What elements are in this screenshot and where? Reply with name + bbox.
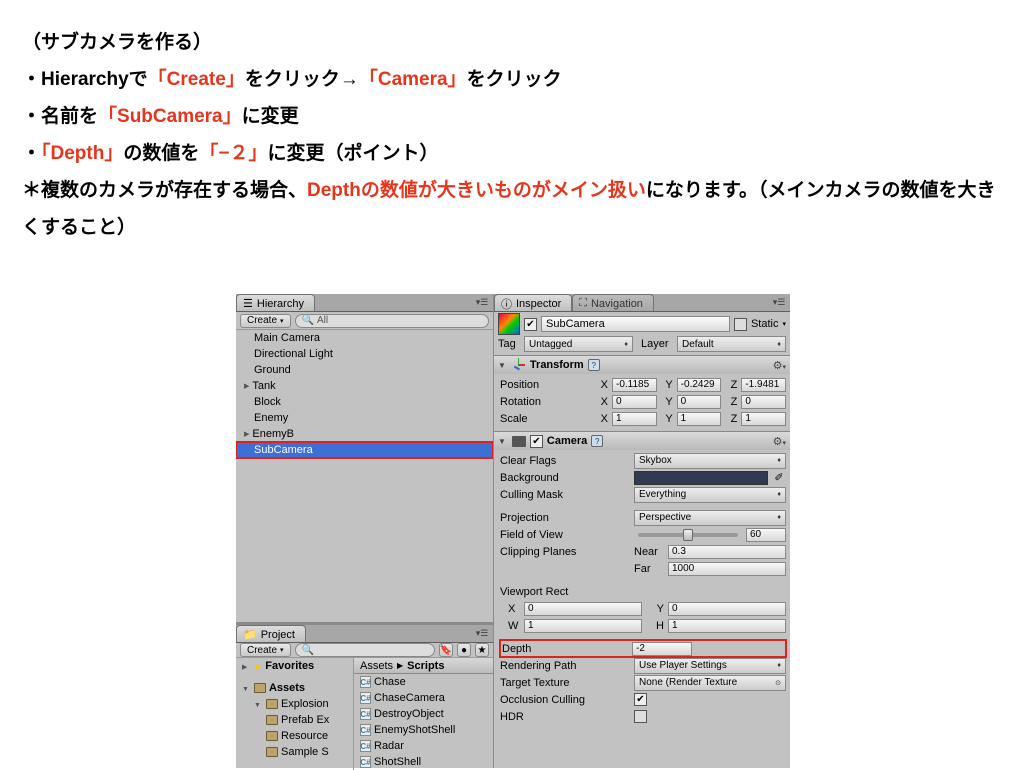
hierarchy-tab[interactable]: ☰Hierarchy [236,294,315,311]
project-create-button[interactable]: Create▾ [240,643,291,657]
project-files[interactable]: Assets▶Scripts C#Chase C#ChaseCamera C#D… [354,658,493,770]
camera-icon [512,436,526,447]
hierarchy-item[interactable]: Block [236,394,493,410]
hierarchy-tabrow: ☰Hierarchy ▾☰ [236,294,493,312]
inspector-tabrow: ⓘInspector ⛶Navigation ▾☰ [494,294,790,312]
clearflags-dropdown[interactable]: Skybox♦ [634,453,786,469]
project-toolbar: Create▾ 🔍 🔖 ● ★ [236,643,493,658]
folder-item[interactable]: Prefab Ex [236,712,353,728]
breadcrumb[interactable]: Assets▶Scripts [354,658,493,674]
fov-slider[interactable] [638,533,738,537]
gameobject-name-input[interactable]: SubCamera [541,316,730,332]
viewport-w-input[interactable]: 1 [524,619,642,633]
pos-y-input[interactable]: -0.2429 [677,378,722,392]
favorites-folder[interactable]: ★Favorites [236,658,353,674]
filter-icon[interactable]: 🔖 [439,643,453,657]
hierarchy-item[interactable]: Main Camera [236,330,493,346]
target-texture[interactable]: None (Render Texture⊙ [634,675,786,691]
background-color[interactable] [634,471,768,485]
hierarchy-item[interactable]: Tank [236,378,493,394]
script-item[interactable]: C#Chase [354,674,493,690]
search-icon: 🔍 [302,315,314,326]
culling-dropdown[interactable]: Everything♦ [634,487,786,503]
scl-y-input[interactable]: 1 [677,412,722,426]
layer-label: Layer [641,338,673,350]
help-icon[interactable]: ? [588,359,600,371]
hdr-checkbox[interactable] [634,710,647,723]
active-checkbox[interactable]: ✔ [524,318,537,331]
transform-component: Transform?⚙▾ PositionX-0.1185Y-0.2429Z-1… [494,355,790,431]
script-item[interactable]: C#Radar [354,738,493,754]
hierarchy-item[interactable]: Ground [236,362,493,378]
far-input[interactable]: 1000 [668,562,786,576]
eyedropper-icon[interactable]: ✐ [772,471,786,484]
search-icon: 🔍 [302,645,314,656]
pos-x-input[interactable]: -0.1185 [612,378,657,392]
occlusion-checkbox[interactable]: ✔ [634,693,647,706]
hierarchy-item[interactable]: Enemy [236,410,493,426]
hierarchy-item[interactable]: Directional Light [236,346,493,362]
render-dropdown[interactable]: Use Player Settings♦ [634,658,786,674]
inspector-tab[interactable]: ⓘInspector [494,294,572,311]
panel-menu-icon[interactable]: ▾☰ [475,296,489,308]
folder-item[interactable]: Sample S [236,744,353,760]
gear-icon[interactable]: ⚙▾ [773,359,786,372]
hierarchy-tree[interactable]: Main Camera Directional Light Ground Tan… [236,330,493,622]
panel-menu-icon[interactable]: ▾☰ [475,627,489,639]
unity-editor: ☰Hierarchy ▾☰ Create▾ 🔍All Main Camera D… [236,294,790,768]
transform-icon [512,358,526,372]
hierarchy-item[interactable]: EnemyB [236,426,493,442]
fov-input[interactable]: 60 [746,528,786,542]
viewport-x-input[interactable]: 0 [524,602,642,616]
project-search-input[interactable]: 🔍 [295,643,435,657]
hierarchy-create-button[interactable]: Create▾ [240,314,291,328]
camera-component: ✔Camera?⚙▾ Clear FlagsSkybox♦ Background… [494,431,790,729]
viewport-h-input[interactable]: 1 [668,619,786,633]
depth-row: Depth-2 [500,640,786,657]
filter-icon[interactable]: ● [457,643,471,657]
gameobject-icon [498,313,520,335]
assets-folder[interactable]: Assets [236,680,353,696]
hierarchy-toolbar: Create▾ 🔍All [236,312,493,330]
near-input[interactable]: 0.3 [668,545,786,559]
hierarchy-item-selected[interactable]: SubCamera [236,442,493,458]
scl-x-input[interactable]: 1 [612,412,657,426]
depth-input[interactable]: -2 [632,642,692,656]
rot-y-input[interactable]: 0 [677,395,722,409]
camera-enabled-checkbox[interactable]: ✔ [530,435,543,448]
scl-z-input[interactable]: 1 [741,412,786,426]
folder-item[interactable]: Explosion [236,696,353,712]
folder-item[interactable]: Resource [236,728,353,744]
navigation-tab[interactable]: ⛶Navigation [572,294,654,311]
pos-z-input[interactable]: -1.9481 [741,378,786,392]
script-item[interactable]: C#ChaseCamera [354,690,493,706]
panel-menu-icon[interactable]: ▾☰ [772,296,786,308]
layer-dropdown[interactable]: Default♦ [677,336,786,352]
rot-z-input[interactable]: 0 [741,395,786,409]
viewport-y-input[interactable]: 0 [668,602,786,616]
project-folders[interactable]: ★Favorites Assets Explosion Prefab Ex Re… [236,658,354,770]
gameobject-header: ✔ SubCamera Static▾ Tag Untagged♦ Layer … [494,312,790,355]
hierarchy-search-input[interactable]: 🔍All [295,314,489,328]
tutorial-text: （サブカメラを作る） ・Hierarchyで「Create」をクリック→「Cam… [0,0,1024,256]
project-tab[interactable]: 📁Project [236,625,306,642]
projection-dropdown[interactable]: Perspective♦ [634,510,786,526]
script-item[interactable]: C#EnemyShotShell [354,722,493,738]
script-item[interactable]: C#DestroyObject [354,706,493,722]
static-label: Static [751,318,779,330]
tag-label: Tag [498,338,520,350]
project-tabrow: 📁Project ▾☰ [236,625,493,643]
gear-icon[interactable]: ⚙▾ [773,435,786,448]
help-icon[interactable]: ? [591,435,603,447]
static-checkbox[interactable] [734,318,747,331]
tag-dropdown[interactable]: Untagged♦ [524,336,633,352]
rot-x-input[interactable]: 0 [612,395,657,409]
filter-icon[interactable]: ★ [475,643,489,657]
